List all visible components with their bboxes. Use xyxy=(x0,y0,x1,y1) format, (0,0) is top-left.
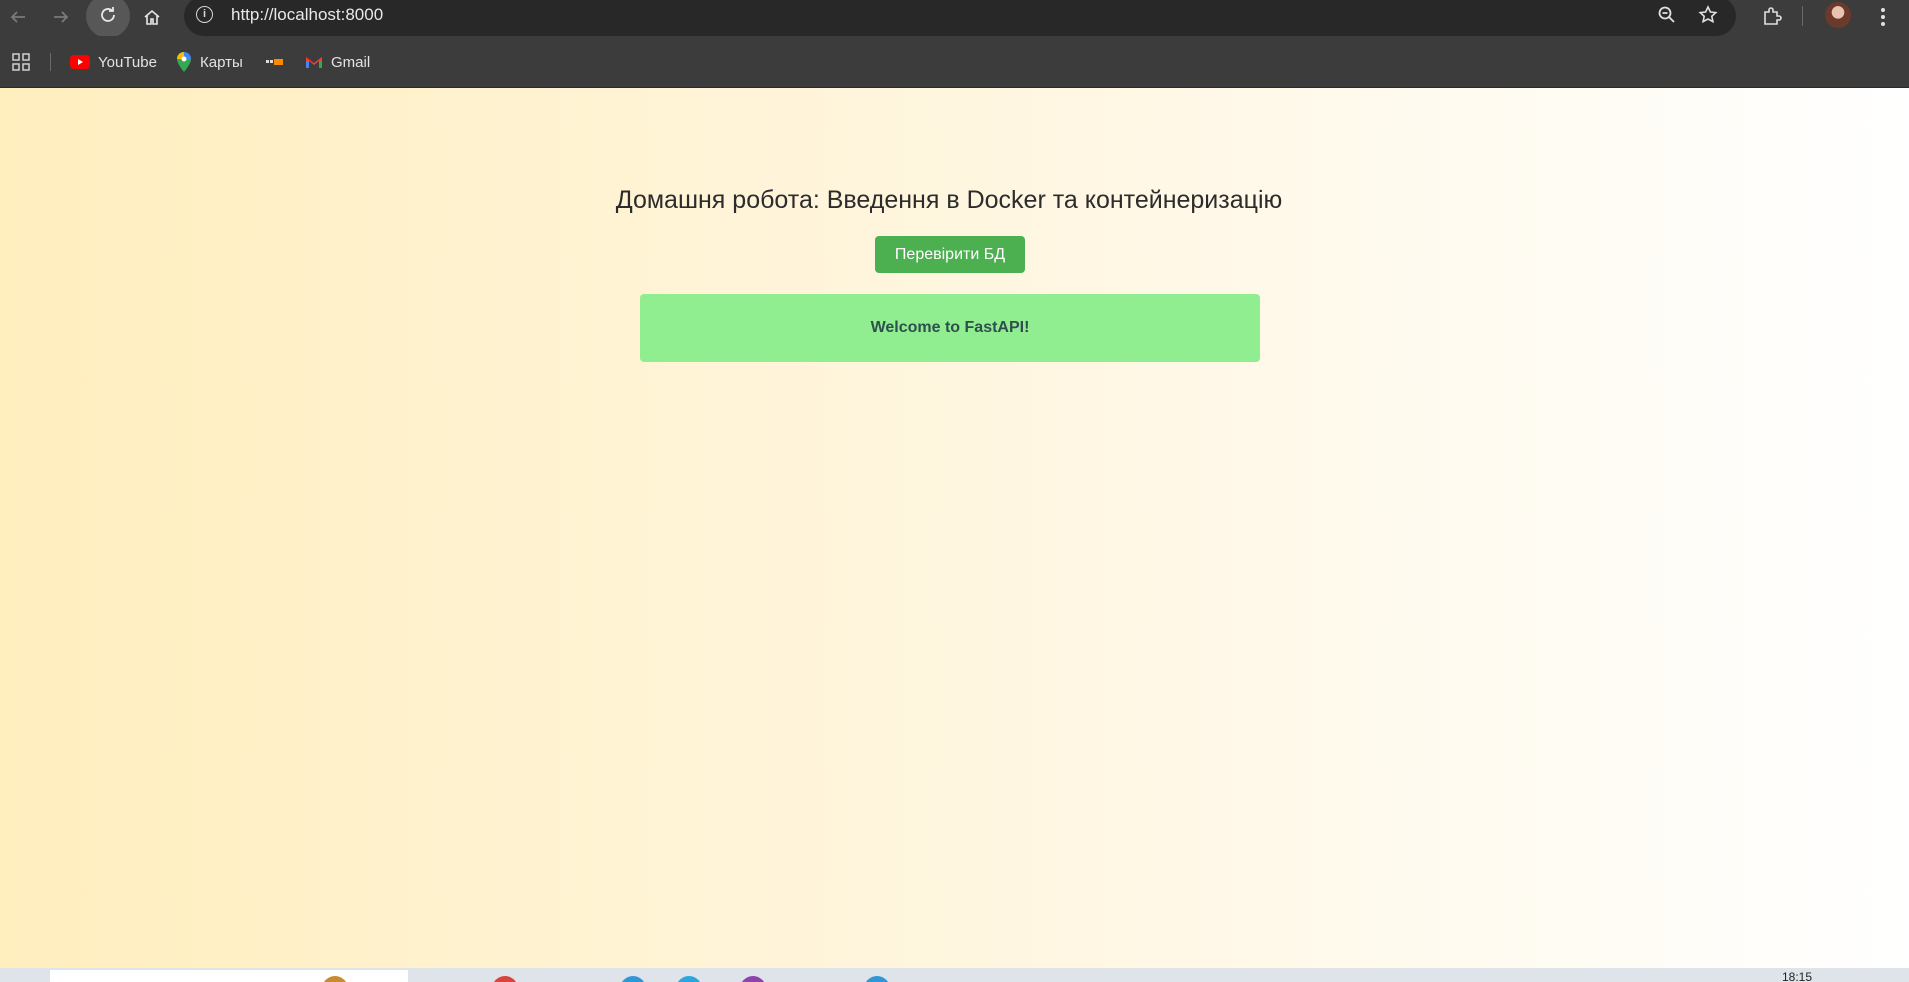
youtube-icon xyxy=(70,55,90,69)
taskbar-search[interactable] xyxy=(50,970,408,982)
bookmark-maps[interactable]: Карты xyxy=(176,51,243,73)
taskbar-clock: 18:15 xyxy=(1782,970,1813,982)
os-taskbar: 18:15 xyxy=(0,968,1909,982)
arrow-right-icon xyxy=(54,11,69,23)
bookmark-label: YouTube xyxy=(98,53,157,71)
bookmark-youtube[interactable]: YouTube xyxy=(70,51,157,73)
reload-button[interactable] xyxy=(86,0,130,38)
bookmark-gmail[interactable]: Gmail xyxy=(305,51,370,73)
forward-button[interactable] xyxy=(43,0,79,34)
gmail-icon xyxy=(305,55,323,69)
page-heading: Домашня робота: Введення в Docker та кон… xyxy=(615,186,1283,214)
reload-icon xyxy=(101,7,115,22)
taskbar-app-icon[interactable] xyxy=(492,976,518,982)
zoom-icon[interactable] xyxy=(1654,2,1680,28)
kebab-menu-icon[interactable] xyxy=(1868,2,1898,32)
home-icon xyxy=(144,9,160,25)
bookmarks-bar: YouTube Карты Gmail xyxy=(0,36,1909,88)
taskbar-app-icon[interactable] xyxy=(676,976,702,982)
message-box: Welcome to FastAPI! xyxy=(640,294,1260,362)
page-viewport: Домашня робота: Введення в Docker та кон… xyxy=(0,88,1909,968)
taskbar-app-icon[interactable] xyxy=(620,976,646,982)
toolbar-divider xyxy=(1802,6,1803,26)
maps-pin-icon xyxy=(176,52,192,72)
star-icon[interactable] xyxy=(1695,2,1721,28)
arrow-left-icon xyxy=(10,11,25,23)
puzzle-icon[interactable] xyxy=(1757,2,1787,32)
address-bar[interactable]: i http://localhost:8000 xyxy=(184,0,1736,36)
bookmark-unnamed[interactable] xyxy=(266,51,292,73)
bookmarks-divider xyxy=(50,53,51,71)
check-db-button[interactable]: Перевірити БД xyxy=(875,236,1025,273)
bookmark-label: Карты xyxy=(200,53,243,71)
apps-grid-icon[interactable] xyxy=(12,51,30,73)
url-text[interactable]: http://localhost:8000 xyxy=(231,5,383,25)
home-button[interactable] xyxy=(134,0,170,34)
browser-toolbar: i http://localhost:8000 xyxy=(0,0,1909,38)
bookmark-label: Gmail xyxy=(331,53,371,71)
bookmark-favicon-icon xyxy=(266,58,284,66)
message-text: Welcome to FastAPI! xyxy=(870,319,1030,336)
taskbar-app-icon[interactable] xyxy=(864,976,890,982)
profile-avatar[interactable] xyxy=(1825,2,1851,28)
info-icon[interactable]: i xyxy=(196,6,213,23)
taskbar-app-icon[interactable] xyxy=(740,976,766,982)
back-button[interactable] xyxy=(0,0,36,34)
